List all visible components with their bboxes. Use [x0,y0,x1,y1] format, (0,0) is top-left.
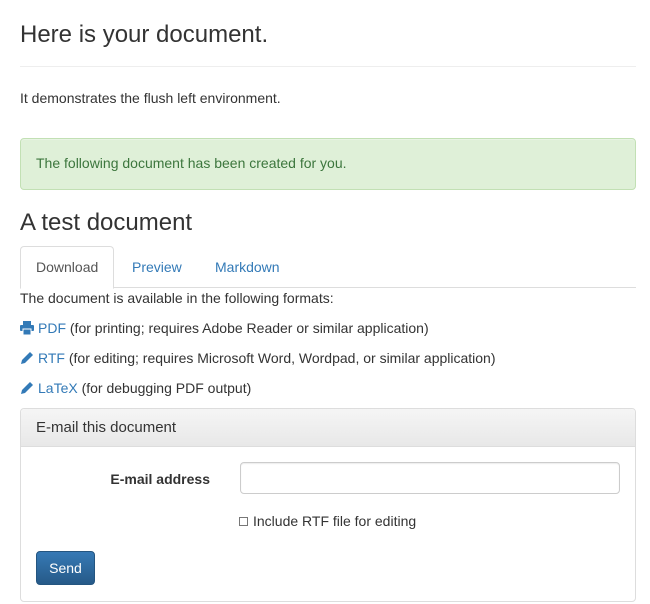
tab-bar: Download Preview Markdown [20,246,636,289]
include-rtf-checkbox[interactable] [239,517,248,526]
tab-download[interactable]: Download [20,246,115,289]
title-divider [20,66,636,67]
latex-link[interactable]: LaTeX [38,380,78,396]
email-panel-title: E-mail this document [36,419,177,436]
printer-icon [20,321,34,336]
intro-text: It demonstrates the flush left environme… [20,90,281,106]
rtf-link[interactable]: RTF [38,350,65,366]
email-label: E-mail address [110,471,210,487]
rtf-description: (for editing; requires Microsoft Word, W… [64,350,496,366]
format-rtf: RTF (for editing; requires Microsoft Wor… [20,349,496,367]
format-latex: LaTeX (for debugging PDF output) [20,379,251,397]
include-rtf-label: Include RTF file for editing [253,513,417,529]
latex-description: (for debugging PDF output) [77,380,252,396]
rtf-checkbox-row: Include RTF file for editing [239,512,416,530]
pencil-icon [20,381,34,395]
tab-preview[interactable]: Preview [116,246,198,288]
page-title: Here is your document. [20,21,269,48]
alert-message: The following document has been created … [36,155,347,171]
pencil-icon [20,351,34,365]
pdf-description: (for printing; requires Adobe Reader or … [66,320,429,336]
email-panel-header: E-mail this document [21,409,635,447]
tab-markdown[interactable]: Markdown [199,246,296,288]
formats-intro: The document is available in the followi… [20,290,334,306]
email-panel: E-mail this document [20,408,636,602]
document-title: A test document [20,209,193,236]
success-alert: The following document has been created … [20,138,636,190]
send-button[interactable]: Send [36,551,95,585]
email-field[interactable] [240,462,620,494]
format-pdf: PDF (for printing; requires Adobe Reader… [20,319,429,337]
pdf-link[interactable]: PDF [38,320,66,336]
